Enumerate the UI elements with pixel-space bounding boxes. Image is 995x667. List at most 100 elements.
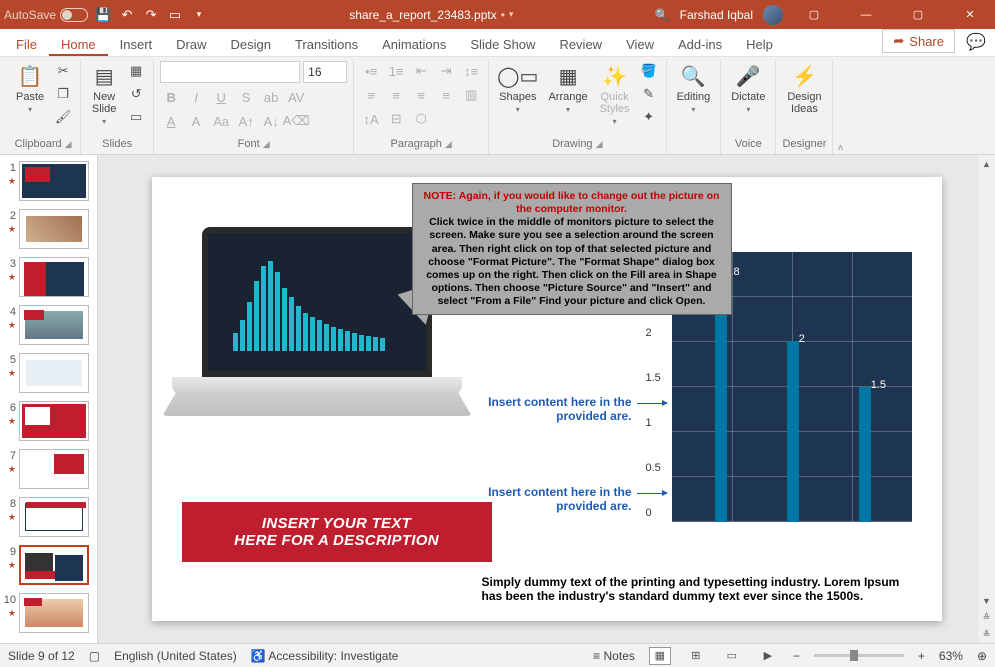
thumbnail-2[interactable]: 2★ xyxy=(2,209,95,249)
tab-design[interactable]: Design xyxy=(219,32,283,56)
shape-effects-button[interactable]: ✦ xyxy=(638,107,660,127)
quick-styles-button[interactable]: ✨Quick Styles▾ xyxy=(596,61,634,128)
font-color-button[interactable]: A xyxy=(160,111,182,131)
zoom-in-button[interactable]: + xyxy=(918,649,925,663)
cut-button[interactable]: ✂ xyxy=(52,61,74,81)
username[interactable]: Farshad Iqbal xyxy=(680,8,753,22)
qat-dropdown-icon[interactable]: ▾ xyxy=(190,6,208,24)
align-text-button[interactable]: ⊟ xyxy=(385,109,407,129)
slide-canvas[interactable]: NOTE: Again, if you would like to change… xyxy=(152,177,942,621)
layout-button[interactable]: ▦ xyxy=(125,61,147,81)
prev-slide-icon[interactable]: ≙ xyxy=(978,609,995,626)
autosave-toggle[interactable]: AutoSave xyxy=(4,8,88,22)
slide-editor[interactable]: NOTE: Again, if you would like to change… xyxy=(98,155,995,643)
tab-animations[interactable]: Animations xyxy=(370,32,458,56)
normal-view-button[interactable]: ▦ xyxy=(649,647,671,665)
thumbnail-5[interactable]: 5★ xyxy=(2,353,95,393)
slide-counter[interactable]: Slide 9 of 12 xyxy=(8,649,75,663)
note-callout[interactable]: NOTE: Again, if you would like to change… xyxy=(412,183,732,315)
new-slide-button[interactable]: ▤ New Slide ▾ xyxy=(87,61,121,128)
slide-thumbnails-panel[interactable]: 1★2★3★4★5★6★7★8★9★10★ xyxy=(0,155,98,643)
insert-content-2[interactable]: Insert content here in the provided are. xyxy=(487,485,632,513)
smartart-button[interactable]: ⬡ xyxy=(410,109,432,129)
shrink-font-button[interactable]: A↓ xyxy=(260,111,282,131)
insert-content-1[interactable]: Insert content here in the provided are. xyxy=(487,395,632,423)
dialog-launcher-icon[interactable]: ◢ xyxy=(445,139,452,150)
justify-button[interactable]: ≡ xyxy=(435,85,457,105)
numbering-button[interactable]: 1≡ xyxy=(385,61,407,81)
shape-outline-button[interactable]: ✎ xyxy=(638,84,660,104)
align-left-button[interactable]: ≡ xyxy=(360,85,382,105)
thumbnail-1[interactable]: 1★ xyxy=(2,161,95,201)
redo-icon[interactable]: ↷ xyxy=(142,6,160,24)
design-ideas-button[interactable]: ⚡Design Ideas xyxy=(783,61,825,117)
font-name-combo[interactable] xyxy=(160,61,300,83)
search-icon[interactable]: 🔍 xyxy=(655,8,670,22)
char-spacing-button[interactable]: AV xyxy=(285,87,307,107)
tab-help[interactable]: Help xyxy=(734,32,785,56)
start-from-beginning-icon[interactable]: ▭ xyxy=(166,6,184,24)
ribbon-display-options-icon[interactable]: ▢ xyxy=(793,0,835,29)
thumbnail-8[interactable]: 8★ xyxy=(2,497,95,537)
thumb-preview[interactable] xyxy=(19,401,89,441)
close-button[interactable]: ✕ xyxy=(949,0,991,29)
thumb-preview[interactable] xyxy=(19,593,89,633)
align-right-button[interactable]: ≡ xyxy=(410,85,432,105)
thumb-preview[interactable] xyxy=(19,209,89,249)
spell-check-icon[interactable]: ▢ xyxy=(89,649,100,663)
decrease-indent-button[interactable]: ⇤ xyxy=(410,61,432,81)
section-button[interactable]: ▭ xyxy=(125,107,147,127)
accessibility-status[interactable]: ♿ Accessibility: Investigate xyxy=(251,649,399,663)
thumb-preview[interactable] xyxy=(19,161,89,201)
vertical-scrollbar[interactable]: ▲ ▼ ≙ ≚ xyxy=(978,155,995,643)
columns-button[interactable]: ▥ xyxy=(460,85,482,105)
tab-review[interactable]: Review xyxy=(547,32,614,56)
toggle-switch-off[interactable] xyxy=(60,8,88,22)
shadow-button[interactable]: ab xyxy=(260,87,282,107)
thumbnail-3[interactable]: 3★ xyxy=(2,257,95,297)
fit-to-window-button[interactable]: ⊕ xyxy=(977,649,987,663)
tab-transitions[interactable]: Transitions xyxy=(283,32,370,56)
clear-formatting-button[interactable]: A⌫ xyxy=(285,111,307,131)
thumbnail-4[interactable]: 4★ xyxy=(2,305,95,345)
slide-sorter-view-button[interactable]: ⊞ xyxy=(685,647,707,665)
increase-indent-button[interactable]: ⇥ xyxy=(435,61,457,81)
thumb-preview[interactable] xyxy=(19,497,89,537)
line-spacing-button[interactable]: ↕≡ xyxy=(460,61,482,81)
reading-view-button[interactable]: ▭ xyxy=(721,647,743,665)
font-size-combo[interactable]: 16 xyxy=(303,61,347,83)
dictate-button[interactable]: 🎤Dictate▾ xyxy=(727,61,769,116)
shape-fill-button[interactable]: 🪣 xyxy=(638,61,660,81)
bold-button[interactable]: B xyxy=(160,87,182,107)
tab-insert[interactable]: Insert xyxy=(108,32,165,56)
copy-button[interactable]: ❐ xyxy=(52,84,74,104)
next-slide-icon[interactable]: ≚ xyxy=(978,626,995,643)
reset-button[interactable]: ↺ xyxy=(125,84,147,104)
thumbnail-7[interactable]: 7★ xyxy=(2,449,95,489)
thumb-preview[interactable] xyxy=(19,305,89,345)
strikethrough-button[interactable]: S xyxy=(235,87,257,107)
zoom-slider[interactable] xyxy=(814,654,904,657)
zoom-out-button[interactable]: − xyxy=(793,649,800,663)
scroll-down-icon[interactable]: ▼ xyxy=(978,592,995,609)
format-painter-button[interactable]: 🖌 xyxy=(52,107,74,127)
scroll-up-icon[interactable]: ▲ xyxy=(978,155,995,172)
thumb-preview[interactable] xyxy=(19,449,89,489)
underline-button[interactable]: U xyxy=(210,87,232,107)
italic-button[interactable]: I xyxy=(185,87,207,107)
dialog-launcher-icon[interactable]: ◢ xyxy=(596,139,603,150)
dialog-launcher-icon[interactable]: ◢ xyxy=(65,139,72,150)
paste-button[interactable]: 📋 Paste ▾ xyxy=(12,61,48,116)
zoom-level[interactable]: 63% xyxy=(939,649,963,663)
thumb-preview[interactable] xyxy=(19,545,89,585)
language-status[interactable]: English (United States) xyxy=(114,649,237,663)
tab-draw[interactable]: Draw xyxy=(164,32,218,56)
share-button[interactable]: ➦Share xyxy=(882,29,955,53)
thumbnail-6[interactable]: 6★ xyxy=(2,401,95,441)
thumb-preview[interactable] xyxy=(19,257,89,297)
align-center-button[interactable]: ≡ xyxy=(385,85,407,105)
dialog-launcher-icon[interactable]: ◢ xyxy=(263,139,270,150)
collapse-ribbon-icon[interactable]: ˄ xyxy=(833,59,847,154)
notes-button[interactable]: ≡ Notes xyxy=(593,649,635,663)
arrange-button[interactable]: ▦Arrange▾ xyxy=(544,61,591,116)
